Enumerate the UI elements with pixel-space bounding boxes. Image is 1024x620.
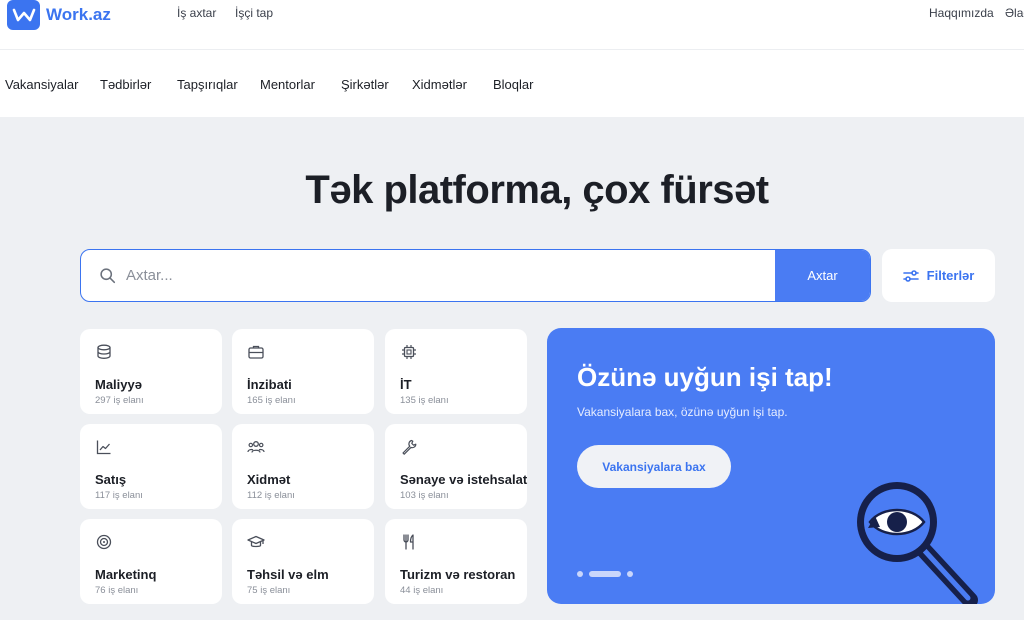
category-title: Sənaye və istehsalat	[400, 472, 528, 487]
view-vacancies-button[interactable]: Vakansiyalara bax	[577, 445, 731, 488]
chip-icon	[402, 345, 416, 359]
chart-icon	[96, 440, 111, 455]
promo-title: Özünə uyğun işi tap!	[577, 362, 833, 392]
category-card-service[interactable]: Xidmət 112 iş elanı	[232, 424, 374, 509]
filters-button[interactable]: Filterlər	[882, 249, 995, 302]
category-title: Satış	[95, 472, 127, 487]
search-button[interactable]: Axtar	[775, 250, 870, 301]
top-link-contact[interactable]: Əlaq	[1005, 6, 1024, 20]
people-icon	[247, 441, 265, 453]
category-title: Marketinq	[95, 567, 157, 582]
nav-item-vacancies[interactable]: Vakansiyalar	[5, 77, 78, 92]
search-icon	[100, 268, 116, 284]
search-input[interactable]	[126, 267, 726, 284]
category-count: 135 iş elanı	[400, 395, 449, 406]
top-link-find-worker[interactable]: İşçi tap	[235, 6, 273, 20]
carousel-dot[interactable]	[577, 571, 583, 577]
category-card-it[interactable]: İT 135 iş elanı	[385, 329, 527, 414]
nav-item-tasks[interactable]: Tapşırıqlar	[177, 77, 238, 92]
category-count: 117 iş elanı	[95, 490, 143, 501]
target-icon	[96, 534, 112, 550]
category-count: 103 iş elanı	[400, 490, 449, 501]
top-link-find-job[interactable]: İş axtar	[177, 6, 216, 20]
carousel-dot-active[interactable]	[589, 571, 621, 577]
category-count: 44 iş elanı	[400, 585, 444, 596]
category-title: Maliyyə	[95, 377, 142, 392]
coins-icon	[97, 344, 111, 359]
category-card-sales[interactable]: Satış 117 iş elanı	[80, 424, 222, 509]
wrench-icon	[402, 439, 417, 455]
filters-label: Filterlər	[926, 268, 975, 283]
page-title: Tək platforma, çox fürsət	[305, 168, 769, 212]
category-count: 75 iş elanı	[247, 585, 291, 596]
carousel-dot[interactable]	[627, 571, 633, 577]
nav-item-services[interactable]: Xidmətlər	[412, 77, 467, 92]
category-title: Turizm və restoran	[400, 567, 516, 582]
nav-item-companies[interactable]: Şirkətlər	[341, 77, 389, 92]
promo-subtitle: Vakansiyalara bax, özünə uyğun işi tap.	[577, 405, 788, 419]
logo-text: Work.az	[46, 5, 111, 24]
carousel-dots	[577, 571, 633, 577]
category-card-finance[interactable]: Maliyyə 297 iş elanı	[80, 329, 222, 414]
category-title: İT	[400, 377, 412, 392]
category-count: 76 iş elanı	[95, 585, 139, 596]
nav-item-mentors[interactable]: Mentorlar	[260, 77, 315, 92]
top-link-about[interactable]: Haqqımızda	[929, 6, 994, 20]
logo[interactable]: Work.az	[7, 0, 111, 30]
top-bar: Work.az İş axtar İşçi tap Haqqımızda Əla…	[0, 0, 1024, 50]
category-card-education[interactable]: Təhsil və elm 75 iş elanı	[232, 519, 374, 604]
category-card-admin[interactable]: İnzibati 165 iş elanı	[232, 329, 374, 414]
search-bar: Axtar	[80, 249, 871, 302]
category-count: 297 iş elanı	[95, 395, 144, 406]
category-title: Xidmət	[247, 472, 291, 487]
utensils-icon	[403, 534, 414, 550]
promo-banner: Özünə uyğun işi tap! Vakansiyalara bax, …	[547, 328, 995, 604]
category-count: 165 iş elanı	[247, 395, 296, 406]
logo-mark-icon	[7, 0, 40, 30]
sliders-icon	[902, 269, 919, 282]
magnifier-eye-icon	[857, 482, 978, 604]
briefcase-icon	[248, 345, 264, 359]
graduation-cap-icon	[247, 535, 265, 548]
nav-item-blogs[interactable]: Bloqlar	[493, 77, 533, 92]
category-card-marketing[interactable]: Marketinq 76 iş elanı	[80, 519, 222, 604]
category-title: Təhsil və elm	[247, 567, 329, 582]
category-card-tourism[interactable]: Turizm və restoran 44 iş elanı	[385, 519, 527, 604]
category-title: İnzibati	[247, 377, 292, 392]
main-nav: Vakansiyalar Tədbirlər Tapşırıqlar Mento…	[0, 50, 1024, 117]
category-count: 112 iş elanı	[247, 490, 295, 501]
category-card-industry[interactable]: Sənaye və istehsalat 103 iş elanı	[385, 424, 527, 509]
nav-item-events[interactable]: Tədbirlər	[100, 77, 151, 92]
